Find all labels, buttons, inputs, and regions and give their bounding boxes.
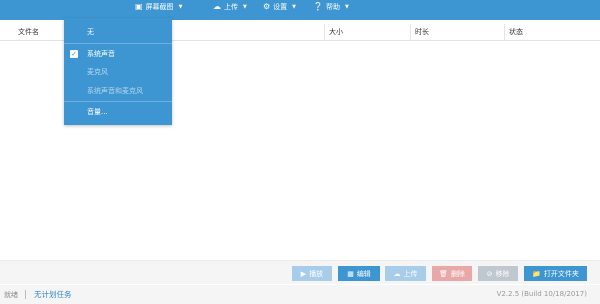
menu-item-microphone: 麦克风 [64,65,172,79]
menu-item-system-and-mic: 系统声音和麦克风 [64,84,172,98]
settings-menu[interactable]: ⚙ 设置 ▼ [263,0,296,13]
chevron-down-icon: ▼ [344,3,349,10]
status-ready: 就绪 [4,291,18,299]
open-folder-button[interactable]: 📁 打开文件夹 [524,266,587,281]
gear-icon: ⚙ [263,1,271,11]
column-size[interactable]: 大小 [324,24,410,40]
camera-icon: ▣ [135,1,143,11]
status-bar: 就绪 无计划任务 V2.2.5 (Build 10/18/2017) [0,285,600,304]
edit-label: 编辑 [356,269,371,278]
upload-label: 上传 [224,2,238,11]
record-source-toggle[interactable] [6,0,56,9]
action-bar: ▶ 播放 ▦ 编辑 ☁ 上传 🗑 删除 ⊘ 移除 📁 打开文件夹 [0,260,600,284]
upload-button[interactable]: ☁ 上传 [385,266,426,281]
menu-divider [64,101,172,102]
chevron-down-icon: ▼ [178,3,183,10]
upload-menu[interactable]: ☁ 上传 ▼ [213,0,247,13]
screenshot-menu[interactable]: ▣ 屏幕截图 ▼ [135,0,182,13]
delete-label: 删除 [450,269,465,278]
menu-item-none[interactable]: 无 [64,25,172,39]
settings-label: 设置 [273,2,288,11]
play-button[interactable]: ▶ 播放 [292,266,332,281]
menu-item-label: 音量... [87,108,108,116]
scheduled-task-link[interactable]: 无计划任务 [34,289,72,300]
delete-button[interactable]: 🗑 删除 [432,266,472,281]
version-label: V2.2.5 (Build 10/18/2017) [496,290,587,298]
screenshot-label: 屏幕截图 [145,2,174,11]
column-status[interactable]: 状态 [504,24,600,40]
status-divider [25,290,26,299]
top-toolbar: ▣ 屏幕截图 ▼ ☁ 上传 ▼ ⚙ 设置 ▼ ❔ 帮助 ▼ [0,0,600,20]
menu-item-system-sound[interactable]: ✓ 系统声音 [64,47,172,61]
chevron-down-icon: ▼ [292,3,297,10]
cloud-upload-icon: ☁ [213,1,221,11]
checkbox-checked-icon: ✓ [70,50,78,58]
upload-label: 上传 [403,269,418,278]
menu-item-label: 麦克风 [87,68,108,76]
menu-item-label: 系统声音 [87,50,115,58]
play-label: 播放 [309,269,324,278]
edit-icon: ▦ [347,269,354,278]
trash-icon: 🗑 [439,269,448,278]
play-icon: ▶ [300,269,307,278]
audio-source-dropdown: 无 ✓ 系统声音 麦克风 系统声音和麦克风 音量... [64,18,172,125]
column-duration[interactable]: 时长 [410,24,504,40]
menu-item-label: 系统声音和麦克风 [87,87,143,95]
menu-item-volume[interactable]: 音量... [64,105,172,119]
chevron-down-icon: ▼ [243,3,247,10]
open-folder-label: 打开文件夹 [543,269,579,278]
remove-icon: ⊘ [486,269,493,278]
folder-icon: 📁 [532,269,541,278]
remove-label: 移除 [495,269,510,278]
edit-button[interactable]: ▦ 编辑 [338,266,380,281]
help-label: 帮助 [325,2,340,11]
help-icon: ❔ [313,1,323,11]
menu-divider [64,43,172,44]
cloud-upload-icon: ☁ [393,269,401,278]
remove-button[interactable]: ⊘ 移除 [478,266,518,281]
menu-item-label: 无 [87,28,94,36]
help-menu[interactable]: ❔ 帮助 ▼ [313,0,349,13]
